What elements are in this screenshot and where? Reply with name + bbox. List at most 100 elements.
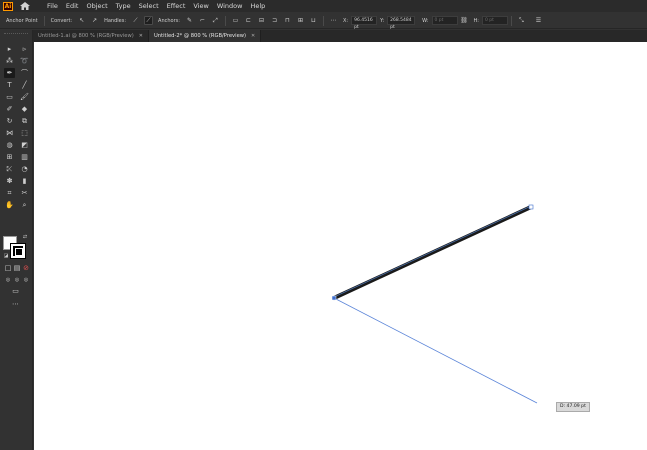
column-graph-tool-icon[interactable]: ▮ (19, 176, 30, 186)
tool-row: ✒ ⌒ (4, 68, 30, 78)
selected-path[interactable] (332, 205, 533, 300)
menu-window[interactable]: Window (213, 0, 247, 12)
stroke-color-swatch[interactable] (10, 243, 26, 259)
tool-row: ▭ 🖌 (4, 92, 30, 102)
remove-anchor-icon[interactable]: ✎ (185, 16, 194, 25)
reference-point-icon[interactable]: ⋯ (329, 16, 338, 25)
shaper-tool-icon[interactable]: ✐ (4, 104, 15, 114)
width-tool-icon[interactable]: ⋈ (4, 128, 15, 138)
curvature-tool-icon[interactable]: ⌒ (19, 68, 30, 78)
eraser-tool-icon[interactable]: ◆ (19, 104, 30, 114)
blend-tool-icon[interactable]: ◔ (19, 164, 30, 174)
align-left-icon[interactable]: ⊏ (244, 16, 253, 25)
none-mode-icon[interactable]: ⊘ (22, 263, 30, 273)
connect-anchors-icon[interactable]: ⤢ (211, 16, 220, 25)
align-vcenter-icon[interactable]: ⊞ (296, 16, 305, 25)
menu-items: File Edit Object Type Select Effect View… (41, 0, 269, 12)
illustrator-window: Ai File Edit Object Type Select Effect V… (0, 0, 647, 450)
tab-untitled-1[interactable]: Untitled-1.ai @ 800 % (RGB/Preview) ✕ (33, 30, 149, 42)
default-colors-icon[interactable]: ◪ (2, 252, 10, 260)
tool-row: ⁂ ➰ (4, 56, 30, 66)
gradient-mode-icon[interactable]: ▤ (13, 263, 21, 273)
anchor-point[interactable] (331, 295, 337, 301)
gradient-tool-icon[interactable]: ▥ (19, 152, 30, 162)
rubber-band-preview (333, 297, 538, 404)
artboard-tool-icon[interactable]: ⌗ (4, 188, 15, 198)
lasso-tool-icon[interactable]: ➰ (19, 56, 30, 66)
direct-selection-tool-icon[interactable]: ▹ (19, 44, 30, 54)
artwork (331, 204, 538, 404)
live-paint-tool-icon[interactable]: ◩ (19, 140, 30, 150)
menu-help[interactable]: Help (246, 0, 269, 12)
cut-path-icon[interactable]: ⌐ (198, 16, 207, 25)
eyedropper-tool-icon[interactable]: ⤪ (4, 164, 15, 174)
menu-edit[interactable]: Edit (62, 0, 83, 12)
type-tool-icon[interactable]: T (4, 80, 15, 90)
handles-label: Handles: (104, 17, 127, 24)
draw-inside-icon[interactable]: ◎ (22, 275, 30, 285)
constrain-proportions-icon[interactable]: ⛓ (460, 16, 469, 25)
align-bottom-icon[interactable]: ⊔ (309, 16, 318, 25)
home-icon[interactable] (19, 1, 31, 11)
line-segment-tool-icon[interactable]: ╱ (19, 80, 30, 90)
scale-tool-icon[interactable]: ⧉ (19, 116, 30, 126)
anchor-point[interactable] (528, 204, 534, 210)
y-label: Y: (380, 17, 385, 24)
w-field[interactable]: 0 pt (431, 16, 458, 25)
menu-effect[interactable]: Effect (163, 0, 190, 12)
draw-normal-icon[interactable]: ◎ (4, 275, 12, 285)
more-icon[interactable]: ⋯ (10, 299, 21, 309)
rotate-tool-icon[interactable]: ↻ (4, 116, 15, 126)
draw-behind-icon[interactable]: ◎ (13, 275, 21, 285)
tab-untitled-2[interactable]: Untitled-2* @ 800 % (RGB/Preview) ✕ (148, 30, 262, 42)
menu-object[interactable]: Object (82, 0, 111, 12)
align-right-icon[interactable]: ⊐ (270, 16, 279, 25)
convert-corner-icon[interactable]: ↖ (77, 16, 86, 25)
artboard-canvas[interactable]: D: 47.09 pt (34, 42, 647, 450)
selection-tool-icon[interactable]: ▸ (4, 44, 15, 54)
panel-menu-icon[interactable]: ☰ (534, 16, 543, 25)
pen-tool-icon[interactable]: ✒ (4, 68, 15, 78)
tool-row: T ╱ (4, 80, 30, 90)
x-field[interactable]: 96.4516 pt (351, 16, 378, 30)
y-field[interactable]: 268.5484 pt (387, 16, 416, 30)
show-handles-icon[interactable]: ⟋ (131, 16, 140, 25)
paintbrush-tool-icon[interactable]: 🖌 (19, 92, 30, 102)
align-hcenter-icon[interactable]: ⊟ (257, 16, 266, 25)
tool-row: ✋ ⌕ (4, 200, 30, 210)
divider (510, 15, 512, 26)
divider (224, 15, 226, 26)
convert-smooth-icon[interactable]: ↗ (90, 16, 99, 25)
menu-file[interactable]: File (41, 0, 62, 12)
slice-tool-icon[interactable]: ✂ (19, 188, 30, 198)
zoom-tool-icon[interactable]: ⌕ (19, 200, 30, 210)
distance-tooltip: D: 47.09 pt (556, 402, 590, 412)
symbol-sprayer-tool-icon[interactable]: ✽ (4, 176, 15, 186)
swap-fill-stroke-icon[interactable]: ⇄ (21, 233, 29, 241)
app-logo: Ai (3, 1, 13, 11)
menu-select[interactable]: Select (135, 0, 163, 12)
tool-row: ▸ ▹ (4, 44, 30, 54)
panel-grip[interactable] (4, 33, 28, 35)
hand-tool-icon[interactable]: ✋ (4, 200, 15, 210)
align-top-icon[interactable]: ⊓ (283, 16, 292, 25)
document-tabs: Untitled-1.ai @ 800 % (RGB/Preview) ✕ Un… (33, 30, 647, 42)
menu-view[interactable]: View (189, 0, 212, 12)
menu-type[interactable]: Type (112, 0, 135, 12)
perspective-grid-tool-icon[interactable]: ⊞ (4, 152, 15, 162)
tool-row: ↻ ⧉ (4, 116, 30, 126)
hide-handles-icon[interactable]: ⟋ (144, 16, 154, 25)
rectangle-tool-icon[interactable]: ▭ (4, 92, 15, 102)
free-transform-tool-icon[interactable]: ⬚ (19, 128, 30, 138)
screen-mode-icon[interactable]: ▭ (10, 286, 21, 296)
x-label: X: (342, 17, 349, 24)
close-icon[interactable]: ✕ (251, 30, 255, 42)
align-to-icon[interactable]: ▭ (231, 16, 240, 25)
magic-wand-tool-icon[interactable]: ⁂ (4, 56, 15, 66)
isolate-icon[interactable]: ⤡ (517, 16, 526, 25)
shape-builder-tool-icon[interactable]: ◍ (4, 140, 15, 150)
color-mode-icon[interactable]: □ (4, 263, 12, 273)
tool-row: ⤪ ◔ (4, 164, 30, 174)
close-icon[interactable]: ✕ (139, 30, 143, 42)
h-field[interactable]: 0 pt (481, 16, 508, 25)
